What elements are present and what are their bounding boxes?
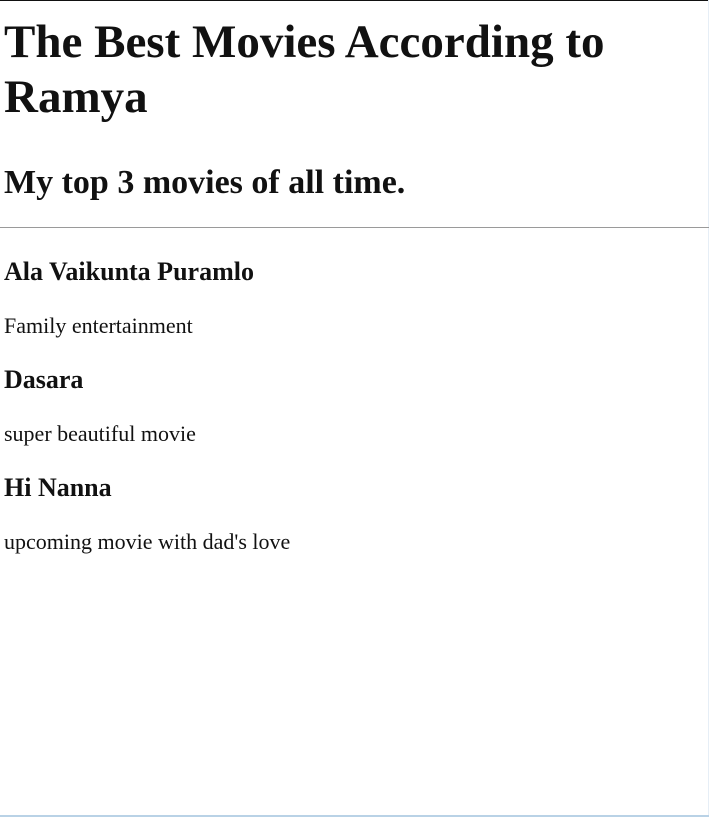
movie-item: Ala Vaikunta Puramlo Family entertainmen…: [4, 256, 704, 339]
page-subtitle: My top 3 movies of all time.: [4, 164, 406, 201]
page-header: The Best Movies According to Ramya My to…: [4, 0, 704, 203]
movie-item: Hi Nanna upcoming movie with dad's love: [4, 472, 704, 555]
movie-description: Family entertainment: [4, 313, 193, 338]
movie-description: upcoming movie with dad's love: [4, 529, 291, 554]
movie-title: Hi Nanna: [4, 473, 112, 502]
movie-description: super beautiful movie: [4, 421, 196, 446]
movie-item: Dasara super beautiful movie: [4, 364, 704, 447]
movie-title: Dasara: [4, 365, 84, 394]
movie-title: Ala Vaikunta Puramlo: [4, 257, 254, 286]
page-title: The Best Movies According to Ramya: [4, 16, 605, 123]
section-divider: [0, 227, 709, 228]
movie-list: Ala Vaikunta Puramlo Family entertainmen…: [4, 256, 704, 555]
